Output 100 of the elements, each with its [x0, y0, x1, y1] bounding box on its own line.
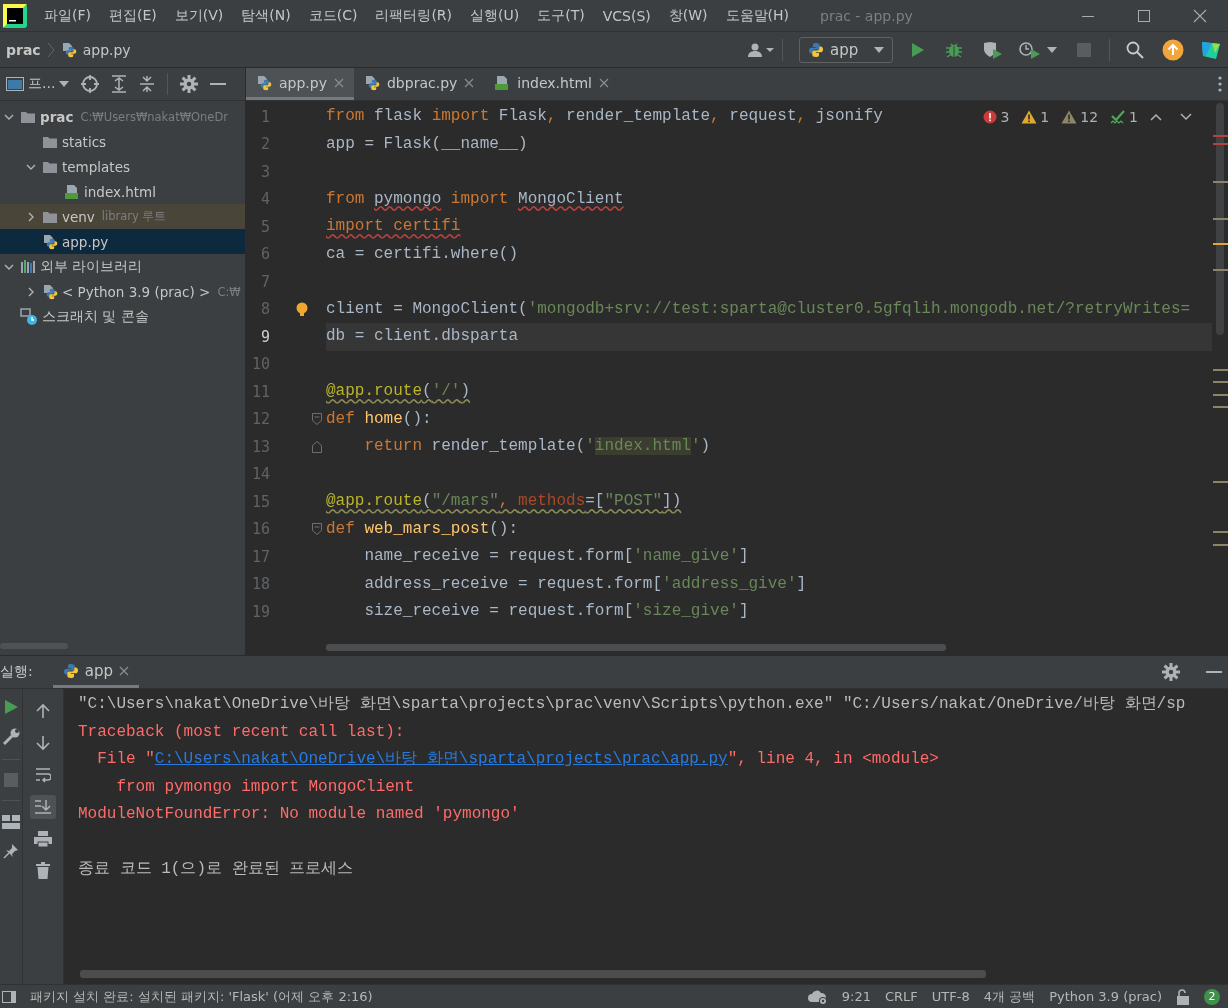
tree-item[interactable]: venv library 루트 [0, 204, 245, 229]
menu-item[interactable]: 실행(U) [461, 6, 529, 25]
scrollbar[interactable] [80, 970, 986, 978]
line-number: 10 [250, 355, 270, 374]
editor-tab[interactable]: app.py [246, 68, 354, 100]
expand-all-icon[interactable] [111, 75, 128, 93]
menu-item[interactable]: VCS(S) [593, 7, 660, 24]
layout-icon[interactable] [2, 814, 20, 830]
menu-item[interactable]: 리팩터링(R) [366, 6, 462, 25]
fold-icon[interactable] [312, 523, 322, 536]
line-number: 13 [250, 437, 270, 456]
menu-item[interactable]: 도움말(H) [716, 6, 798, 25]
menu-item[interactable]: 보기(V) [165, 6, 233, 25]
notification-badge[interactable]: 2 [1204, 988, 1220, 1005]
tree-item[interactable]: 스크래치 및 콘솔 [0, 304, 245, 329]
fold-icon[interactable] [312, 413, 322, 426]
tree-item[interactable]: < Python 3.9 (prac) > C:₩ [0, 279, 245, 304]
cloud-gear-icon[interactable] [807, 988, 828, 1005]
close-icon[interactable] [1193, 8, 1207, 23]
window-icon [6, 76, 24, 92]
close-tab-icon[interactable] [118, 665, 129, 676]
menu-item[interactable]: 탐색(N) [232, 6, 300, 25]
tree-item[interactable]: app.py [0, 229, 245, 254]
coverage-icon[interactable] [983, 40, 1003, 59]
console-line: "C:\Users\nakat\OneDrive\바탕 화면\sparta\projects\prac\venv\Scripts\python.exe" "C:/Users/nakat/OneDrive/바탕 화면/sp [78, 694, 1187, 715]
scrollbar[interactable] [326, 644, 946, 651]
line-number: 12 [250, 410, 270, 429]
python-icon [808, 41, 824, 58]
file-link[interactable]: C:\Users\nakat\OneDrive\바탕 화면\sparta\projects\prac\app.py [154, 750, 728, 768]
status-item[interactable]: CRLF [885, 989, 918, 1004]
tree-item[interactable]: 외부 라이브러리 [0, 254, 245, 279]
previous-icon[interactable] [1150, 113, 1162, 121]
code-line: import certifi [326, 216, 461, 237]
maximize-icon[interactable] [1137, 8, 1151, 23]
line-number: 1 [259, 107, 270, 126]
status-item[interactable]: 9:21 [841, 989, 871, 1004]
breadcrumb[interactable]: prac [6, 41, 41, 58]
error-icon [983, 110, 998, 124]
editor-tab[interactable]: dbprac.py [354, 68, 485, 100]
editor-tab[interactable]: index.html [484, 68, 619, 100]
wrench-icon[interactable] [2, 728, 20, 746]
lightbulb-icon[interactable] [296, 301, 308, 318]
user-icon[interactable] [748, 41, 776, 58]
update-icon[interactable] [1162, 38, 1184, 61]
tree-item[interactable]: statics [0, 129, 245, 154]
trash-icon[interactable] [36, 862, 50, 880]
gear-icon[interactable] [1162, 663, 1180, 681]
menu-item[interactable]: 도구(T) [528, 6, 594, 25]
status-item[interactable]: UTF-8 [931, 989, 970, 1004]
more-icon[interactable] [1218, 76, 1222, 92]
html-file-icon [64, 183, 80, 200]
profiler-icon[interactable] [1019, 40, 1041, 59]
console-line: File "C:\Users\nakat\OneDrive\바탕 화면\sparta\projects\prac\app.py", line 4, in <module> [96, 749, 940, 770]
run-icon[interactable] [3, 699, 19, 715]
python-icon [62, 662, 79, 679]
search-icon[interactable] [1126, 40, 1144, 59]
menu-item[interactable]: 편집(E) [100, 6, 166, 25]
up-arrow-icon[interactable] [36, 703, 50, 719]
scratch-console-icon [20, 307, 38, 326]
status-message[interactable]: 패키지 설치 완료: 설치된 패키지: 'Flask' (어제 오후 2:16) [30, 987, 794, 1006]
line-number: 9 [259, 327, 270, 346]
pin-icon[interactable] [3, 843, 19, 859]
tree-item[interactable]: templates [0, 154, 245, 179]
next-icon[interactable] [1180, 113, 1192, 121]
collapse-all-icon[interactable] [139, 75, 156, 93]
close-tab-icon[interactable] [598, 77, 609, 88]
panel-toggle-icon[interactable] [2, 989, 16, 1004]
line-number: 16 [250, 520, 270, 539]
run-icon[interactable] [909, 41, 925, 58]
breadcrumb[interactable]: app.py [82, 41, 131, 58]
menu-item[interactable]: 파일(F) [35, 6, 100, 25]
menu-item[interactable]: 창(W) [659, 6, 717, 25]
project-view-dropdown[interactable]: 프... [6, 75, 70, 93]
fold-end-icon[interactable] [312, 440, 322, 453]
code-line: def home(): [326, 408, 432, 430]
scroll-end-icon [34, 799, 52, 815]
status-item[interactable]: Python 3.9 (prac) [1049, 989, 1162, 1004]
line-number: 5 [259, 217, 270, 236]
scroll-to-end-button[interactable] [30, 795, 56, 819]
run-config-dropdown[interactable]: app [799, 36, 893, 63]
tree-item[interactable]: prac C:₩Users₩nakat₩OneDr [0, 104, 245, 129]
tree-item[interactable]: index.html [0, 179, 245, 204]
scrollbar[interactable] [1216, 103, 1224, 335]
print-icon[interactable] [34, 830, 52, 848]
lock-icon[interactable] [1176, 988, 1190, 1005]
python-file-icon [42, 283, 58, 300]
code-line: app = Flask(__name__) [326, 133, 528, 155]
close-tab-icon[interactable] [464, 77, 475, 88]
down-arrow-icon[interactable] [36, 735, 50, 751]
inspection-count[interactable]: 3 [983, 109, 1010, 125]
python-file-icon [60, 41, 77, 58]
gear-icon[interactable] [180, 75, 199, 93]
bug-icon[interactable] [945, 41, 963, 58]
locate-icon[interactable] [81, 75, 100, 93]
menu-item[interactable]: 코드(C) [299, 6, 367, 25]
inspection-count[interactable]: 1 [1021, 109, 1050, 125]
status-item[interactable]: 4개 공백 [983, 987, 1036, 1006]
inspection-count[interactable]: 12 [1061, 109, 1099, 125]
code-line: def web_mars_post(): [326, 518, 519, 540]
inspection-count[interactable]: 1 [1110, 109, 1138, 125]
